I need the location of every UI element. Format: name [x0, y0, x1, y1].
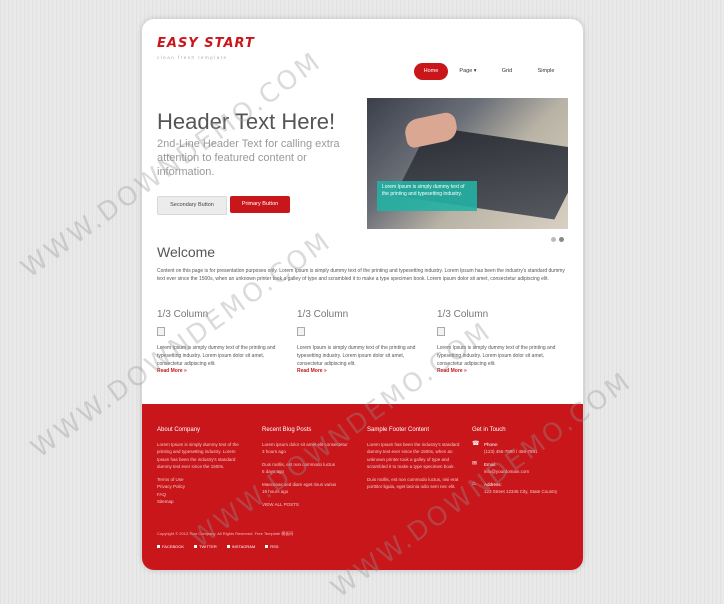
footer-link-sitemap[interactable]: Sitemap	[157, 498, 247, 506]
home-icon: ⌂	[472, 480, 476, 487]
footer-heading: Recent Blog Posts	[262, 427, 312, 433]
footer-heading: About Company	[157, 427, 201, 433]
column-title: 1/3 Column	[437, 309, 489, 320]
footer-link-privacy[interactable]: Privacy Policy	[157, 483, 247, 491]
blog-post-link[interactable]: Lorem ipsum dolor sit amet elit consecte…	[262, 441, 352, 449]
footer-blog: Recent Blog Posts Lorem ipsum dolor sit …	[262, 427, 352, 508]
template-preview: EASY START clean fresh template Home Pag…	[142, 19, 583, 570]
footer-sample-text: Lorem Ipsum has been the industry's stan…	[367, 441, 460, 470]
facebook-link[interactable]: FACEBOOK	[157, 544, 184, 549]
footer-contact: Get in Touch ☎ Phone: (123) 456-7890 / 4…	[472, 427, 572, 501]
column-text: Lorem Ipsum is simply dummy text of the …	[437, 345, 556, 367]
footer-link-faq[interactable]: FAQ	[157, 491, 247, 499]
slider-pagination	[551, 237, 564, 242]
blog-post-link[interactable]: Maecenas sed diam eget risus varius	[262, 481, 352, 489]
column-3: 1/3 Column Lorem Ipsum is simply dummy t…	[437, 309, 565, 374]
instagram-icon	[226, 545, 230, 548]
footer-sample-text-2: Duis mollis, est non commodo luctus, nis…	[367, 476, 459, 490]
address-value: 123 Street 12345 City, State Country	[484, 489, 558, 494]
phone-value: (123) 456-7890 / 456-7891	[484, 449, 538, 454]
column-2: 1/3 Column Lorem Ipsum is simply dummy t…	[297, 309, 425, 374]
footer-about: About Company Lorem Ipsum is simply dumm…	[157, 427, 247, 506]
hero-subtitle: 2nd-Line Header Text for calling extra a…	[157, 138, 340, 178]
site-tagline: clean fresh template	[157, 55, 228, 60]
twitter-link[interactable]: TWITTER	[194, 544, 217, 549]
footer-sample: Sample Footer Content Lorem Ipsum has be…	[367, 427, 462, 491]
main-nav: Home Page ▾ Grid Simple	[414, 63, 566, 80]
column-1: 1/3 Column Lorem Ipsum is simply dummy t…	[157, 309, 285, 374]
slider-dot[interactable]	[551, 237, 556, 242]
twitter-icon	[194, 545, 198, 548]
footer-about-text: Lorem Ipsum is simply dummy text of the …	[157, 441, 239, 470]
broken-image-icon	[157, 327, 165, 336]
broken-image-icon	[297, 327, 305, 336]
column-text: Lorem Ipsum is simply dummy text of the …	[297, 345, 416, 367]
email-value[interactable]: info@yourdomain.com	[484, 469, 529, 474]
read-more-link[interactable]: Read More »	[437, 368, 565, 374]
column-text: Lorem Ipsum is simply dummy text of the …	[157, 345, 276, 367]
phone-label: Phone:	[484, 441, 499, 447]
slider-dot-active[interactable]	[559, 237, 564, 242]
rss-icon	[265, 545, 269, 548]
footer-link-terms[interactable]: Terms of Use	[157, 476, 247, 484]
site-logo[interactable]: EASY START	[157, 36, 255, 51]
blog-post-time: 19 hours ago	[262, 489, 289, 494]
blog-post-link[interactable]: Duis mollis, est non commodo luctus	[262, 461, 352, 469]
instagram-link[interactable]: INSTAGRAM	[226, 544, 255, 549]
footer-heading: Sample Footer Content	[367, 427, 430, 433]
column-title: 1/3 Column	[297, 309, 349, 320]
read-more-link[interactable]: Read More »	[297, 368, 425, 374]
read-more-link[interactable]: Read More »	[157, 368, 285, 374]
welcome-heading: Welcome	[157, 244, 216, 260]
slider-caption: Lorem Ipsum is simply dummy text of the …	[377, 181, 477, 211]
broken-image-icon	[437, 327, 445, 336]
welcome-text: Content on this page is for presentation…	[157, 268, 565, 282]
view-all-posts-link[interactable]: VIEW ALL POSTS	[262, 501, 352, 509]
phone-icon: ☎	[472, 440, 480, 447]
nav-item-simple[interactable]: Simple	[526, 63, 566, 80]
address-label: Address:	[484, 481, 502, 487]
facebook-icon	[157, 545, 160, 548]
copyright: Copyright © 2013 Your Company. All Right…	[157, 531, 294, 536]
email-icon: ✉	[472, 460, 478, 467]
column-title: 1/3 Column	[157, 309, 209, 320]
hero-title: Header Text Here!	[157, 109, 336, 134]
email-label: Email:	[484, 461, 497, 467]
blog-post-time: 3 hours ago	[262, 449, 286, 454]
rss-link[interactable]: RSS	[265, 544, 279, 549]
nav-item-page[interactable]: Page ▾	[448, 63, 488, 80]
footer-heading: Get in Touch	[472, 427, 506, 433]
secondary-button[interactable]: Secondary Button	[157, 196, 227, 215]
nav-item-home[interactable]: Home	[414, 63, 448, 80]
primary-button[interactable]: Primary Button	[230, 196, 290, 213]
social-links: FACEBOOK TWITTER INSTAGRAM RSS	[157, 544, 279, 549]
blog-post-time: 5 days ago	[262, 469, 285, 474]
nav-item-grid[interactable]: Grid	[488, 63, 526, 80]
